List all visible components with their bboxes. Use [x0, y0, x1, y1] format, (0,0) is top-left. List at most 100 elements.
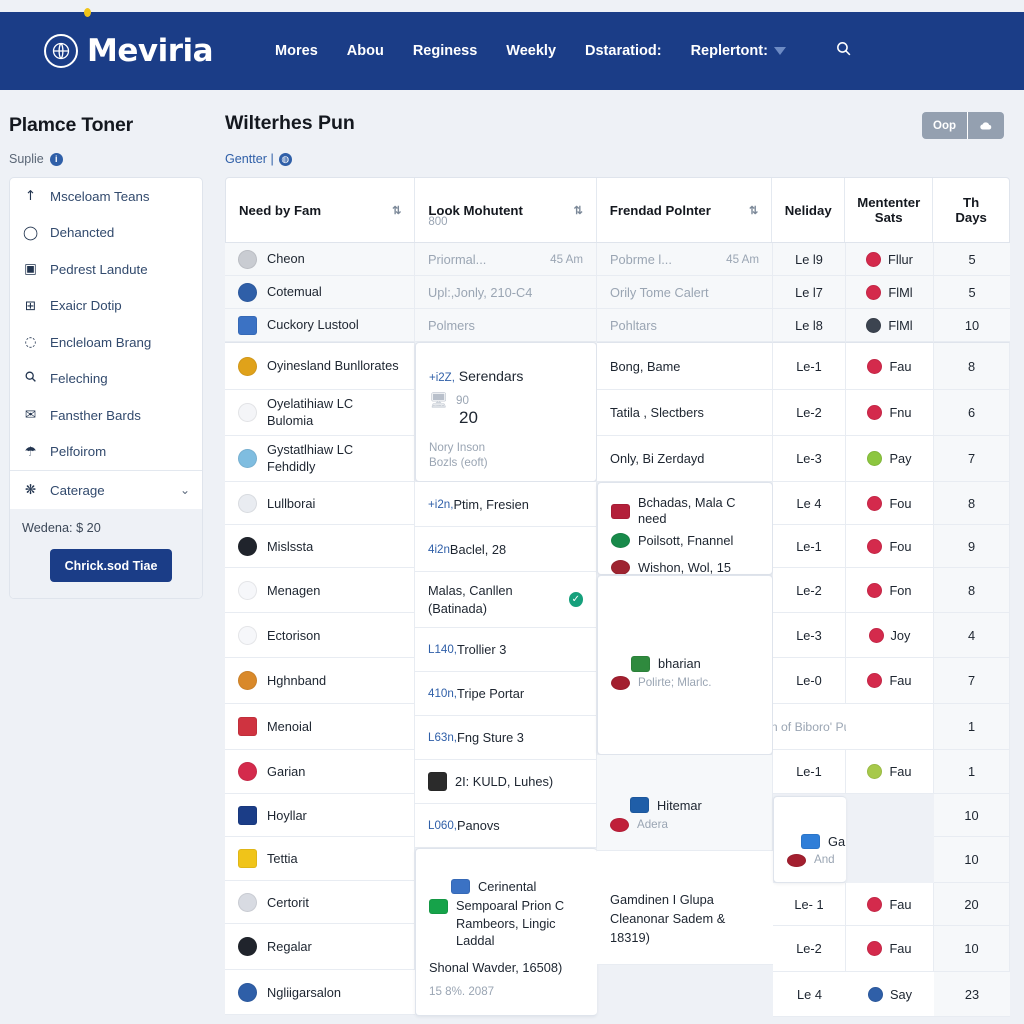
circle-outline-icon: ◌: [24, 334, 37, 351]
table-cell[interactable]: Bong, Bame: [597, 342, 773, 390]
column-neliday: Le-1 Le-2 Le-3 Le 4 Le-1 Le-2 Le-3 Le-0 …: [773, 342, 846, 1017]
table-cell: Le 4: [773, 972, 846, 1017]
nav-item-weekly[interactable]: Weekly: [506, 43, 556, 59]
gahial-label: Gahial: [828, 834, 846, 850]
table-row[interactable]: Menoial: [225, 704, 415, 750]
table-cell: 10: [934, 794, 1010, 837]
mohutent-detail-card[interactable]: bharian Cerinental Sempoaral Prion C Ram…: [415, 848, 597, 1016]
sidebar-subtitle: Suplie: [9, 152, 44, 166]
column-header-look-mohutent[interactable]: Look Mohutent ⇅ 800: [415, 178, 597, 242]
table-cell: Le-3: [773, 436, 846, 482]
polnter-hitemar-cell[interactable]: Hitemar Adera: [597, 755, 773, 851]
filter-link[interactable]: Gentter | ◍: [212, 139, 1024, 166]
cloud-icon[interactable]: [967, 112, 1004, 139]
sidebar-item-msceloam-teans[interactable]: ↑ Msceloam Teans: [10, 178, 202, 215]
table-cell[interactable]: Malas, Canllen (Batinada) ✓: [415, 572, 597, 628]
nav-item-mores[interactable]: Mores: [275, 43, 318, 59]
table-row[interactable]: Cheon Priormal... 45 Am Pobrme l... 45 A…: [225, 243, 1010, 276]
table-cell[interactable]: L140, Trollier 3: [415, 628, 597, 672]
checkout-button[interactable]: Chrick.sod Tiae: [50, 549, 172, 582]
table-cell[interactable]: Tatila , Slectbers: [597, 390, 773, 436]
cell-prefix: L63n,: [428, 731, 458, 744]
table-row[interactable]: Ectorison: [225, 613, 415, 658]
table-row[interactable]: Menagen: [225, 568, 415, 613]
table-row[interactable]: Hghnband: [225, 658, 415, 704]
sidebar-item-exaicr-dotip[interactable]: ⊞ Exaicr Dotip: [10, 288, 202, 325]
table-row[interactable]: Certorit: [225, 881, 415, 924]
sort-updown-icon[interactable]: ⇅: [392, 204, 401, 217]
column-look-mohutent: +i2Z, Serendars 🖥 90 20 Nory Inson Bozls…: [415, 342, 597, 1017]
flag-name: Hghnband: [238, 671, 326, 690]
sidebar-item-pelfoirom[interactable]: ☂ Pelfoirom: [10, 434, 202, 471]
table-cell: Le-3: [773, 613, 846, 658]
status-dot-icon: [868, 627, 884, 643]
sidebar-item-pedrest-landute[interactable]: ▣ Pedrest Landute: [10, 251, 202, 288]
row-name: Oyelatihiaw LC Bulomia: [267, 395, 354, 428]
table-row[interactable]: Ngliigarsalon: [225, 970, 415, 1015]
column-header-neliday[interactable]: Neliday: [772, 178, 846, 242]
column-header-need-by-fam[interactable]: Need by Fam ⇅: [226, 178, 416, 242]
table-row[interactable]: Cotemual Upl:,Jonly, 210-C4 Orily Tome C…: [225, 276, 1010, 309]
flag-icon: [238, 282, 257, 302]
cell-name: Cuckory Lustool: [225, 309, 415, 342]
polnter-card[interactable]: Bchadas, Mala C need Poilsott, Fnannel W…: [597, 482, 773, 575]
flag-name: Cuckory Lustool: [238, 315, 359, 335]
view-toggle-oop[interactable]: Oop: [922, 112, 967, 139]
sort-updown-icon[interactable]: ⇅: [749, 204, 758, 217]
neliday-value: Le- 1: [794, 896, 824, 912]
flag-name: Mislssta: [238, 536, 313, 556]
column-header-mententer-sats[interactable]: Mententer Sats: [845, 178, 934, 242]
column-header-frendad-polnter[interactable]: Frendad Polnter ⇅: [597, 178, 773, 242]
cell-prefix: L140,: [428, 643, 458, 656]
umbrella-icon: ☂: [24, 443, 37, 460]
table-row[interactable]: Tettia: [225, 837, 415, 881]
nav-item-dstaratiod[interactable]: Dstaratiod:: [585, 43, 662, 59]
flag-name: Garian: [238, 762, 305, 781]
column-header-th-days[interactable]: Th Days: [933, 178, 1009, 242]
polnter-final-cell[interactable]: Gamdinen I Glupa Cleanonar Sadem & 18319…: [597, 851, 773, 965]
table-cell: Fou: [846, 482, 934, 525]
table-row[interactable]: Oyinesland Bunllorates: [225, 342, 415, 390]
sidebar-item-fansther-bards[interactable]: ✉ Fansther Bards: [10, 397, 202, 434]
sidebar-item-feleching[interactable]: Feleching: [10, 361, 202, 398]
table-cell[interactable]: L63n, Fng Sture 3: [415, 716, 597, 760]
table-row[interactable]: Gystatlhiaw LC Fehdidly: [225, 436, 415, 482]
search-icon[interactable]: [835, 40, 852, 62]
cell-name: Cotemual: [225, 276, 415, 309]
sidebar-item-encleloam-brang[interactable]: ◌ Encleloam Brang: [10, 324, 202, 361]
summary-head: +i2Z, Serendars: [429, 367, 523, 387]
table-row[interactable]: Oyelatihiaw LC Bulomia: [225, 390, 415, 436]
mohutent-summary-card[interactable]: +i2Z, Serendars 🖥 90 20 Nory Inson Bozls…: [415, 342, 597, 482]
table-cell: Fau: [846, 658, 934, 704]
table-row[interactable]: Hoyllar: [225, 794, 415, 837]
nav-item-reginess[interactable]: Reginess: [413, 43, 477, 59]
sidebar-item-dehancted[interactable]: ◯ Dehancted: [10, 215, 202, 252]
table-cell[interactable]: 410n, Tripe Portar: [415, 672, 597, 716]
gahial-head: Gahial: [801, 833, 846, 850]
neliday-value: Le l9: [795, 251, 823, 267]
gahial-card[interactable]: Gahial And: [773, 796, 846, 883]
nav-label: Weekly: [506, 43, 557, 59]
table-row[interactable]: Cuckory Lustool Polmers Pohltars Le l8 F…: [225, 309, 1010, 342]
cell-polnter: Orily Tome Calert: [597, 276, 773, 309]
nav-item-replertont[interactable]: Replertont:: [691, 43, 786, 59]
polnter-detail-card[interactable]: bharian Polirte; Mlarlc.: [597, 575, 773, 755]
flag-icon: [238, 249, 257, 269]
sort-updown-icon[interactable]: ⇅: [574, 204, 583, 217]
cluster-icon: ❋: [24, 482, 37, 498]
table-row[interactable]: Regalar: [225, 924, 415, 970]
nav-item-abou[interactable]: Abou: [347, 43, 384, 59]
flag-icon: [611, 532, 630, 548]
brand[interactable]: Meviria: [44, 8, 214, 69]
sidebar-price: Wedena: $ 20: [22, 521, 101, 535]
sidebar-item-caterage[interactable]: ❋ Caterage ⌄: [10, 471, 202, 509]
table-row[interactable]: Garian: [225, 750, 415, 794]
table-row[interactable]: Mislssta: [225, 525, 415, 568]
days-value: 5: [968, 251, 976, 267]
table-cell[interactable]: L060, Panovs: [415, 804, 597, 848]
table-cell[interactable]: Only, Bi Zerdayd: [597, 436, 773, 482]
table-cell[interactable]: 2I: KULD, Luhes): [415, 760, 597, 804]
table-cell[interactable]: 4i2n Baclel, 28: [415, 527, 597, 572]
table-row[interactable]: Lullborai: [225, 482, 415, 525]
table-cell[interactable]: +i2n, Ptim, Fresien: [415, 482, 597, 527]
